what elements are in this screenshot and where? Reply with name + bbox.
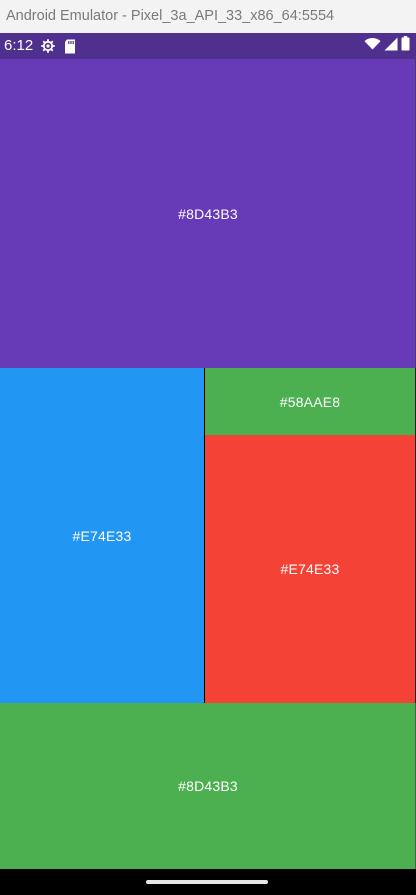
tile-bottom-label: #8D43B3	[178, 778, 238, 794]
status-indicators	[364, 36, 412, 56]
sd-card-icon	[61, 37, 79, 55]
tile-left-label: #E74E33	[72, 527, 132, 544]
tile-bottom[interactable]: #8D43B3	[0, 703, 416, 869]
window-title-bar[interactable]: Android Emulator - Pixel_3a_API_33_x86_6…	[0, 0, 416, 33]
device-screen: 6:12 #8D43B3 #E74E33 #58AAE8 #E74E33 #8D…	[0, 33, 416, 895]
tile-right-bottom[interactable]: #E74E33	[205, 435, 415, 703]
tile-right-top-label: #58AAE8	[279, 393, 341, 410]
cell-signal-icon	[384, 37, 398, 56]
tile-right-bottom-label: #E74E33	[280, 561, 340, 577]
window-title: Android Emulator - Pixel_3a_API_33_x86_6…	[6, 8, 335, 24]
wifi-icon	[364, 37, 381, 55]
home-gesture-handle[interactable]	[146, 880, 268, 884]
tile-top-label: #8D43B3	[178, 205, 238, 222]
status-time: 6:12	[4, 37, 34, 54]
tile-right-top[interactable]: #58AAE8	[205, 368, 415, 435]
tile-left[interactable]: #E74E33	[0, 368, 204, 703]
emulator-window: Android Emulator - Pixel_3a_API_33_x86_6…	[0, 0, 416, 895]
navigation-bar	[0, 869, 416, 895]
status-bar: 6:12	[0, 33, 416, 59]
app-content: #8D43B3 #E74E33 #58AAE8 #E74E33 #8D43B3	[0, 59, 416, 869]
battery-icon	[401, 36, 410, 56]
tile-top[interactable]: #8D43B3	[0, 59, 416, 368]
settings-gear-icon	[39, 37, 57, 55]
